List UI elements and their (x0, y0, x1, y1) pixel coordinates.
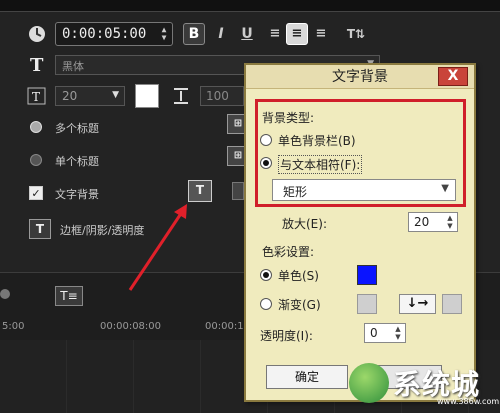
ruler-label: 5:00 (2, 321, 25, 332)
multi-title-label: 多个标题 (55, 122, 99, 135)
underline-button[interactable]: U (236, 23, 258, 45)
highlight-box (255, 99, 466, 207)
single-title-radio[interactable] (30, 154, 42, 166)
zoom-label: 放大(E): (282, 217, 327, 231)
solid-color-radio[interactable] (260, 269, 272, 281)
solid-color-swatch[interactable] (357, 265, 377, 285)
text-background-label: 文字背景 (55, 188, 99, 201)
ok-label: 确定 (294, 370, 319, 384)
watermark-logo-icon (349, 363, 389, 403)
chevron-down-icon: ▼ (112, 90, 119, 100)
svg-text:T: T (32, 90, 40, 104)
line-spacing-input[interactable]: 100 (200, 86, 244, 106)
top-strip (0, 0, 500, 12)
italic-button[interactable]: I (210, 23, 232, 45)
clock-icon (29, 26, 45, 42)
solid-color-label: 单色(S) (278, 269, 319, 283)
line-spacing-value: 100 (206, 89, 229, 103)
font-family-value: 黑体 (62, 60, 84, 73)
transparency-input[interactable]: 0 ▲ ▼ (364, 323, 406, 343)
ruler-label: 00:00:08:00 (100, 321, 162, 332)
gradient-direction-button[interactable]: ↓→ (399, 294, 436, 314)
zoom-spinner[interactable]: ▲ ▼ (445, 214, 455, 230)
playhead-knob[interactable] (0, 289, 10, 299)
line-spacing-icon (174, 88, 188, 104)
multi-title-radio[interactable] (30, 121, 42, 133)
watermark-logo: 系统城 www.386w.com (349, 355, 500, 411)
adjacent-button-partial[interactable] (232, 182, 244, 200)
single-title-label: 单个标题 (55, 155, 99, 168)
close-icon: X (447, 68, 459, 84)
zoom-input[interactable]: 20 ▲ ▼ (408, 212, 458, 232)
align-center-icon[interactable]: ≡ (286, 23, 308, 45)
font-size-select[interactable]: 20 ▼ (55, 86, 125, 106)
vertical-text-icon[interactable]: T⇅ (345, 23, 367, 45)
text-background-settings-button[interactable]: T (188, 180, 212, 202)
dialog-title: 文字背景 (332, 69, 388, 85)
duration-timecode-input[interactable]: 0:00:05:00 ▲ ▼ (55, 22, 173, 46)
gradient-label: 渐变(G) (278, 298, 321, 312)
gradient-start-swatch[interactable] (357, 294, 377, 314)
gradient-end-swatch[interactable] (442, 294, 462, 314)
font-size-icon: T (27, 87, 46, 105)
zoom-value: 20 (414, 215, 430, 229)
gradient-radio[interactable] (260, 298, 272, 310)
timecode-value: 0:00:05:00 (62, 26, 147, 42)
text-background-checkbox[interactable]: ✓ (29, 186, 43, 200)
transparency-value: 0 (370, 326, 378, 340)
transparency-spinner[interactable]: ▲ ▼ (393, 325, 403, 341)
title-track-icon[interactable]: T≡ (55, 286, 83, 306)
ok-button[interactable]: 确定 (266, 365, 348, 389)
text-background-dialog: 文字背景 X 背景类型: 单色背景栏(B) 与文本相符(F): 矩形 ▼ 放大(… (244, 63, 476, 402)
font-icon: T (30, 56, 44, 74)
bold-button[interactable]: B (183, 23, 205, 45)
align-left-icon[interactable]: ≡ (264, 23, 286, 45)
border-shadow-label: 边框/阴影/透明度 (60, 224, 145, 237)
watermark-url: www.386w.com (437, 397, 500, 406)
close-button[interactable]: X (438, 67, 468, 86)
svg-text:T: T (30, 56, 44, 74)
timecode-spinner[interactable]: ▲ ▼ (159, 26, 169, 42)
align-right-icon[interactable]: ≡ (310, 23, 332, 45)
font-size-value: 20 (62, 89, 78, 103)
transparency-label: 透明度(I): (260, 329, 313, 343)
color-settings-label: 色彩设置: (262, 245, 315, 259)
border-shadow-icon[interactable]: T (29, 219, 51, 239)
font-color-swatch[interactable] (135, 84, 159, 108)
gradient-direction-icon: ↓→ (406, 296, 429, 311)
